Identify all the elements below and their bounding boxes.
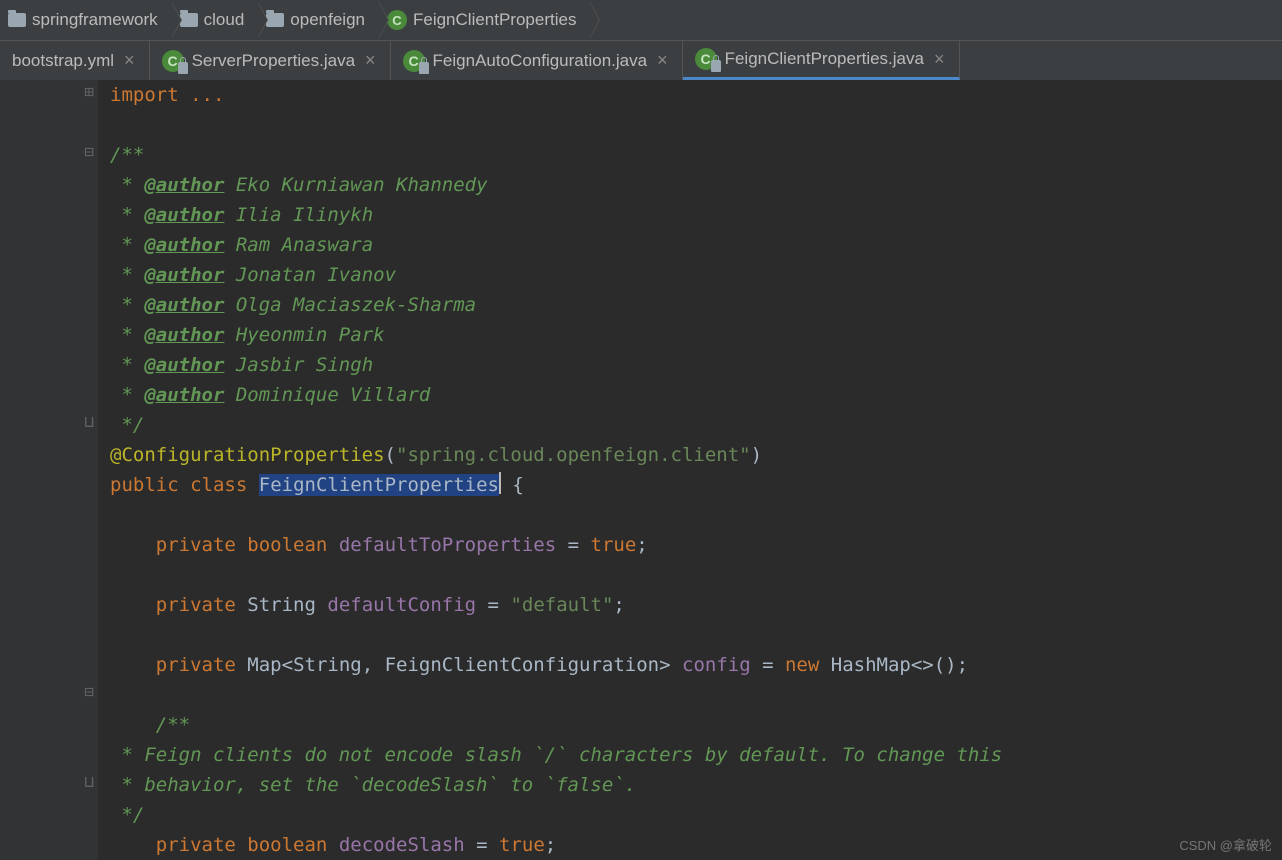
gutter[interactable]: ⊞ ⊟ ⊔ ⊟ ⊔ bbox=[0, 80, 98, 860]
code-keyword: boolean bbox=[247, 534, 327, 556]
class-icon: C bbox=[162, 50, 184, 72]
tab-label: bootstrap.yml bbox=[12, 51, 114, 71]
collapse-icon[interactable]: ⊟ bbox=[84, 142, 94, 161]
folder-icon bbox=[266, 13, 284, 27]
code-type: String bbox=[247, 594, 316, 616]
expand-icon[interactable]: ⊞ bbox=[84, 82, 94, 101]
javadoc-line: * behavior, set the `decodeSlash` to `fa… bbox=[110, 774, 636, 796]
code-brace: { bbox=[501, 474, 524, 496]
code-keyword: true bbox=[591, 534, 637, 556]
code-keyword: private bbox=[156, 834, 236, 856]
fold-end-icon[interactable]: ⊔ bbox=[84, 772, 94, 791]
breadcrumb-item-cloud[interactable]: cloud bbox=[172, 0, 259, 40]
close-icon[interactable]: × bbox=[122, 50, 137, 71]
fold-end-icon[interactable]: ⊔ bbox=[84, 412, 94, 431]
code-string: "default" bbox=[510, 594, 613, 616]
tab-label: ServerProperties.java bbox=[192, 51, 355, 71]
code-generic: <String, FeignClientConfiguration> bbox=[282, 654, 671, 676]
javadoc-line: * Feign clients do not encode slash `/` … bbox=[110, 744, 1002, 766]
lock-icon bbox=[178, 62, 188, 74]
breadcrumb-item-openfeign[interactable]: openfeign bbox=[258, 0, 379, 40]
breadcrumb-label: cloud bbox=[204, 10, 245, 30]
code-field: defaultToProperties bbox=[339, 534, 556, 556]
tab-feignautoconfig[interactable]: C FeignAutoConfiguration.java × bbox=[391, 41, 683, 80]
breadcrumb-item-class[interactable]: C FeignClientProperties bbox=[379, 0, 590, 40]
breadcrumb-label: springframework bbox=[32, 10, 158, 30]
breadcrumb-label: FeignClientProperties bbox=[413, 10, 576, 30]
watermark: CSDN @拿破轮 bbox=[1179, 835, 1272, 854]
code-field: decodeSlash bbox=[339, 834, 465, 856]
code-keyword: new bbox=[785, 654, 819, 676]
javadoc-line: * @author Dominique Villard bbox=[110, 384, 430, 406]
class-icon: C bbox=[403, 50, 425, 72]
code-string: "spring.cloud.openfeign.client" bbox=[396, 444, 751, 466]
javadoc-line: * @author Hyeonmin Park bbox=[110, 324, 385, 346]
close-icon[interactable]: × bbox=[363, 50, 378, 71]
tab-feignclientproperties[interactable]: C FeignClientProperties.java × bbox=[683, 41, 960, 80]
class-icon: C bbox=[695, 48, 717, 70]
tab-label: FeignAutoConfiguration.java bbox=[433, 51, 648, 71]
javadoc-close: */ bbox=[110, 804, 144, 826]
collapse-icon[interactable]: ⊟ bbox=[84, 682, 94, 701]
tab-bar: bootstrap.yml × C ServerProperties.java … bbox=[0, 40, 1282, 80]
code-keyword: class bbox=[190, 474, 247, 496]
javadoc-line: * @author Jasbir Singh bbox=[110, 354, 373, 376]
code-type: Map bbox=[247, 654, 281, 676]
tab-serverproperties[interactable]: C ServerProperties.java × bbox=[150, 41, 391, 80]
javadoc-line: * @author Olga Maciaszek-Sharma bbox=[110, 294, 476, 316]
javadoc-line: * @author Eko Kurniawan Khannedy bbox=[110, 174, 488, 196]
breadcrumb-item-springframework[interactable]: springframework bbox=[0, 0, 172, 40]
folder-icon bbox=[180, 13, 198, 27]
code-editor[interactable]: ⊞ ⊟ ⊔ ⊟ ⊔ import ... /** * @author Eko K… bbox=[0, 80, 1282, 860]
code-area[interactable]: import ... /** * @author Eko Kurniawan K… bbox=[98, 80, 1014, 860]
code-annotation: @ConfigurationProperties bbox=[110, 444, 385, 466]
close-icon[interactable]: × bbox=[655, 50, 670, 71]
code-field: config bbox=[682, 654, 751, 676]
code-keyword: true bbox=[499, 834, 545, 856]
tab-label: FeignClientProperties.java bbox=[725, 49, 924, 69]
javadoc-line: * @author Ram Anaswara bbox=[110, 234, 373, 256]
lock-icon bbox=[711, 60, 721, 72]
javadoc-close: */ bbox=[110, 414, 144, 436]
code-keyword: import ... bbox=[110, 84, 224, 106]
lock-icon bbox=[419, 62, 429, 74]
tab-bootstrap[interactable]: bootstrap.yml × bbox=[0, 41, 150, 80]
javadoc-line: * @author Ilia Ilinykh bbox=[110, 204, 373, 226]
breadcrumb: springframework cloud openfeign C FeignC… bbox=[0, 0, 1282, 40]
code-keyword: private bbox=[156, 534, 236, 556]
code-keyword: private bbox=[156, 654, 236, 676]
javadoc-open: /** bbox=[110, 144, 144, 166]
folder-icon bbox=[8, 13, 26, 27]
code-type: HashMap<>() bbox=[831, 654, 957, 676]
javadoc-line: * @author Jonatan Ivanov bbox=[110, 264, 396, 286]
javadoc-open: /** bbox=[156, 714, 190, 736]
close-icon[interactable]: × bbox=[932, 49, 947, 70]
code-field: defaultConfig bbox=[327, 594, 476, 616]
selected-class-name: FeignClientProperties bbox=[259, 474, 499, 496]
breadcrumb-label: openfeign bbox=[290, 10, 365, 30]
code-keyword: boolean bbox=[247, 834, 327, 856]
class-icon: C bbox=[387, 10, 407, 30]
code-keyword: private bbox=[156, 594, 236, 616]
code-keyword: public bbox=[110, 474, 179, 496]
